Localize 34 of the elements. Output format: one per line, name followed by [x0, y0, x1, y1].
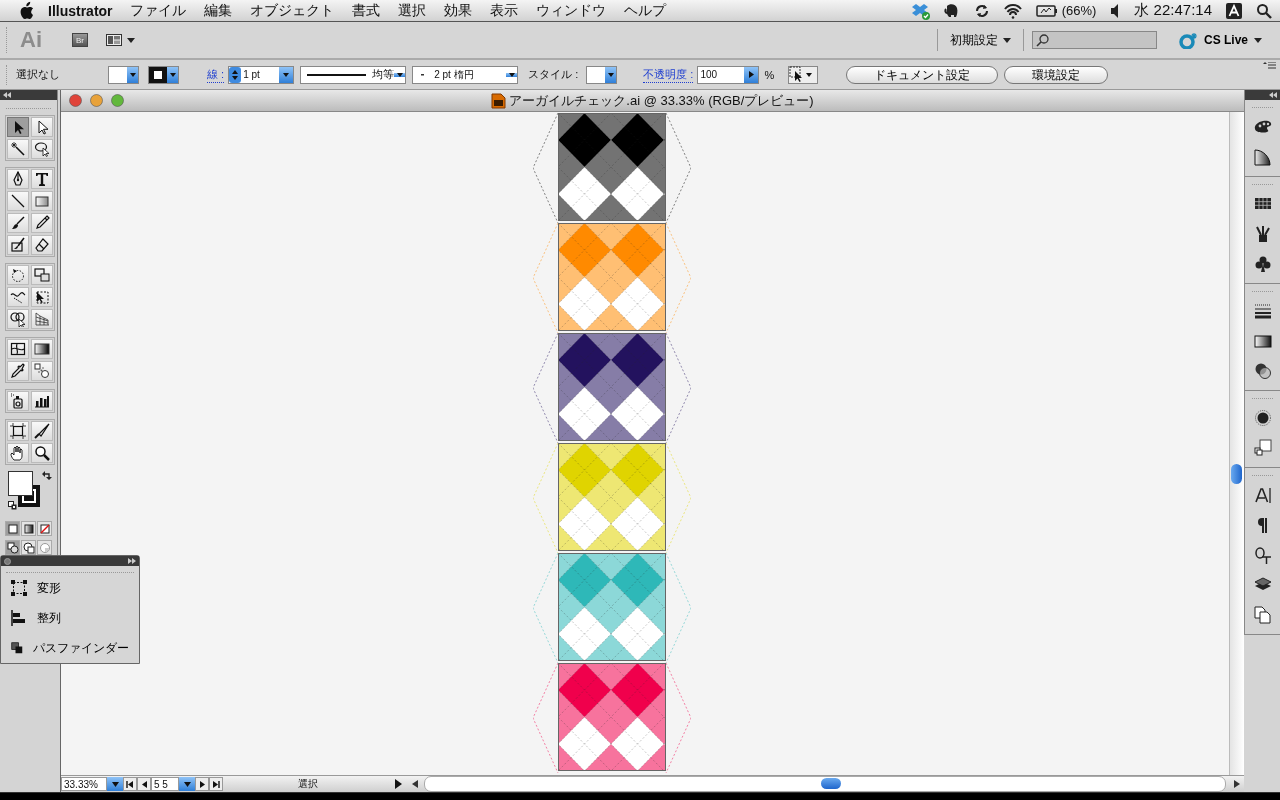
window-title: アーガイルチェック.ai @ 33.33% (RGB/プレビュー) [509, 91, 814, 110]
document-setup-button[interactable]: ドキュメント設定 [846, 65, 999, 84]
brush-definition-dropdown[interactable]: 2 pt 楕円 [412, 65, 519, 84]
menu-item[interactable]: ヘルプ [614, 1, 675, 20]
bridge-button[interactable]: Br [72, 33, 88, 47]
menu-item[interactable]: 編集 [194, 1, 241, 20]
variable-width-profile-dropdown[interactable]: 均等 [300, 65, 407, 84]
menu-item[interactable]: ファイル [120, 1, 195, 20]
opacity-field[interactable]: 100 [697, 65, 760, 84]
opacity-link[interactable]: 不透明度 : [643, 66, 694, 83]
battery-percentage: (66%) [1061, 3, 1097, 18]
app-name-menu[interactable]: Illustrator [48, 2, 113, 19]
panel-item[interactable]: 変形 [1, 573, 139, 603]
workspace-switcher[interactable]: 初期設定 [946, 31, 1015, 49]
selection-status: 選択なし [16, 67, 61, 82]
menu-item[interactable]: ウィンドウ [526, 1, 615, 20]
menu-item[interactable]: 書式 [342, 1, 389, 20]
cs-live-button[interactable]: CS Live [1173, 30, 1268, 50]
panel-item[interactable]: 整列 [1, 603, 139, 633]
app-logo: Ai [20, 27, 43, 53]
menu-item[interactable]: 表示 [480, 1, 527, 20]
menu-item[interactable]: オブジェクト [240, 1, 343, 20]
menu-item[interactable]: 効果 [434, 1, 481, 20]
stroke-link[interactable]: 線 : [207, 66, 225, 83]
artboard-field[interactable]: 5 5 [151, 777, 179, 791]
menu-item[interactable]: 選択 [388, 1, 435, 20]
style-label: スタイル : [528, 67, 579, 82]
preferences-button[interactable]: 環境設定 [1004, 65, 1109, 84]
stroke-weight-field[interactable]: 1 pt [228, 65, 295, 84]
zoom-field[interactable]: 33.33% [61, 777, 107, 791]
panel-item[interactable]: パスファインダー [1, 633, 139, 663]
status-text: 選択 [297, 777, 319, 791]
menu-clock[interactable]: 水 22:47:14 [1134, 1, 1212, 20]
percent-sign: % [764, 68, 775, 81]
